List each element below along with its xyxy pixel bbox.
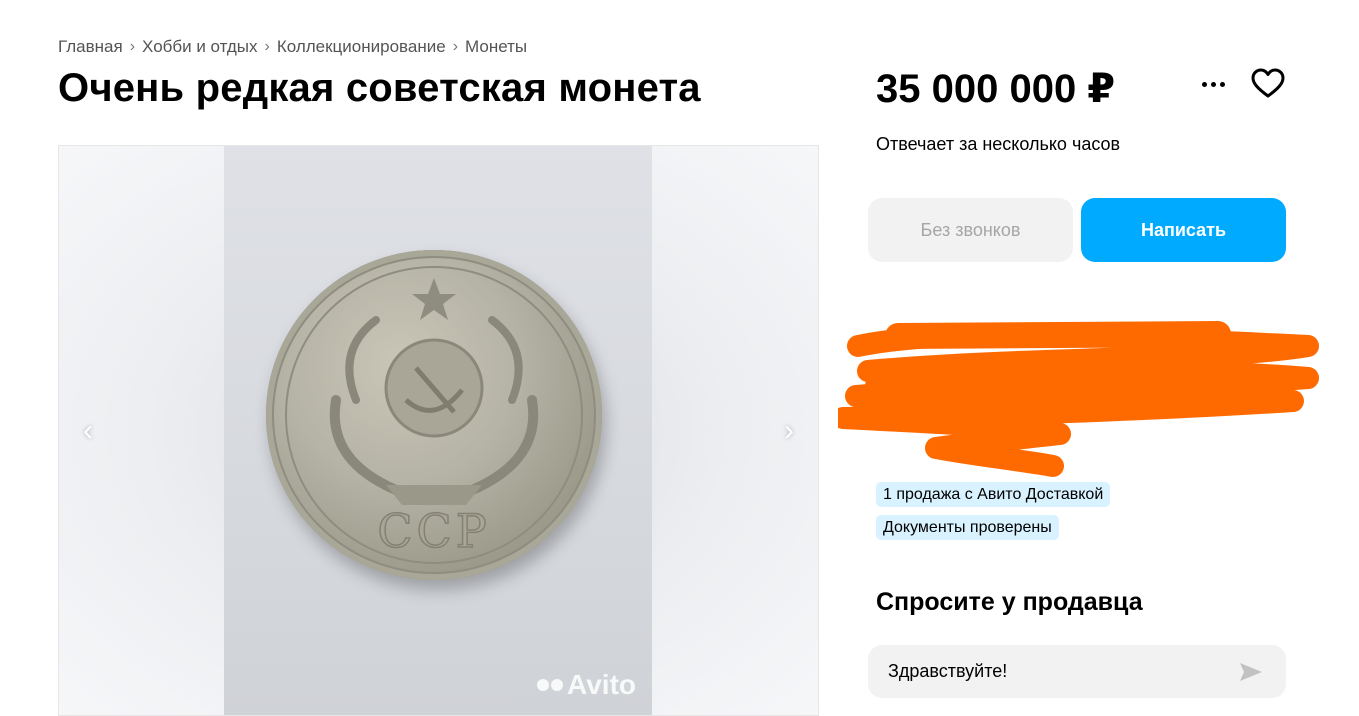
write-message-button[interactable]: Написать [1081,198,1286,262]
listing-title: Очень редкая советская монета [58,66,701,110]
watermark-text: Avito [567,669,636,700]
coin-inscription: ССР [377,504,490,558]
documents-verified-badge: Документы проверены [876,515,1059,540]
more-dots-icon[interactable] [1196,70,1230,98]
chevron-left-icon[interactable]: ‹ [73,416,103,446]
breadcrumb-separator-icon: › [452,38,459,55]
message-input[interactable]: Здравствуйте! [868,645,1286,698]
breadcrumb-item-coins[interactable]: Монеты [465,37,527,57]
avito-watermark: Avito [537,669,636,701]
delivery-sales-badge: 1 продажа с Авито Доставкой [876,482,1111,507]
breadcrumb: Главная › Хобби и отдых › Коллекциониров… [58,37,527,57]
redaction-scribble [838,321,1319,477]
breadcrumb-separator-icon: › [264,38,270,55]
listing-price: 35 000 000 ₽ [876,67,1116,111]
heart-icon[interactable] [1251,68,1285,100]
chevron-right-icon[interactable]: › [774,416,804,446]
ask-seller-title: Спросите у продавца [876,588,1143,616]
response-time: Отвечает за несколько часов [876,134,1121,154]
breadcrumb-item-hobby[interactable]: Хобби и отдых [142,37,257,57]
send-arrow-icon[interactable] [1238,661,1264,683]
avito-logo-icon [537,679,564,691]
breadcrumb-separator-icon: › [129,38,136,55]
breadcrumb-item-collecting[interactable]: Коллекционирование [277,37,446,57]
no-calls-button[interactable]: Без звонков [868,198,1073,262]
photo-gallery[interactable]: ССР Avito ‹ › [58,145,819,716]
coin-image: ССР [266,250,602,580]
listing-photo[interactable]: ССР Avito [224,146,652,715]
breadcrumb-item-home[interactable]: Главная [58,37,123,57]
message-text[interactable]: Здравствуйте! [888,661,1238,682]
